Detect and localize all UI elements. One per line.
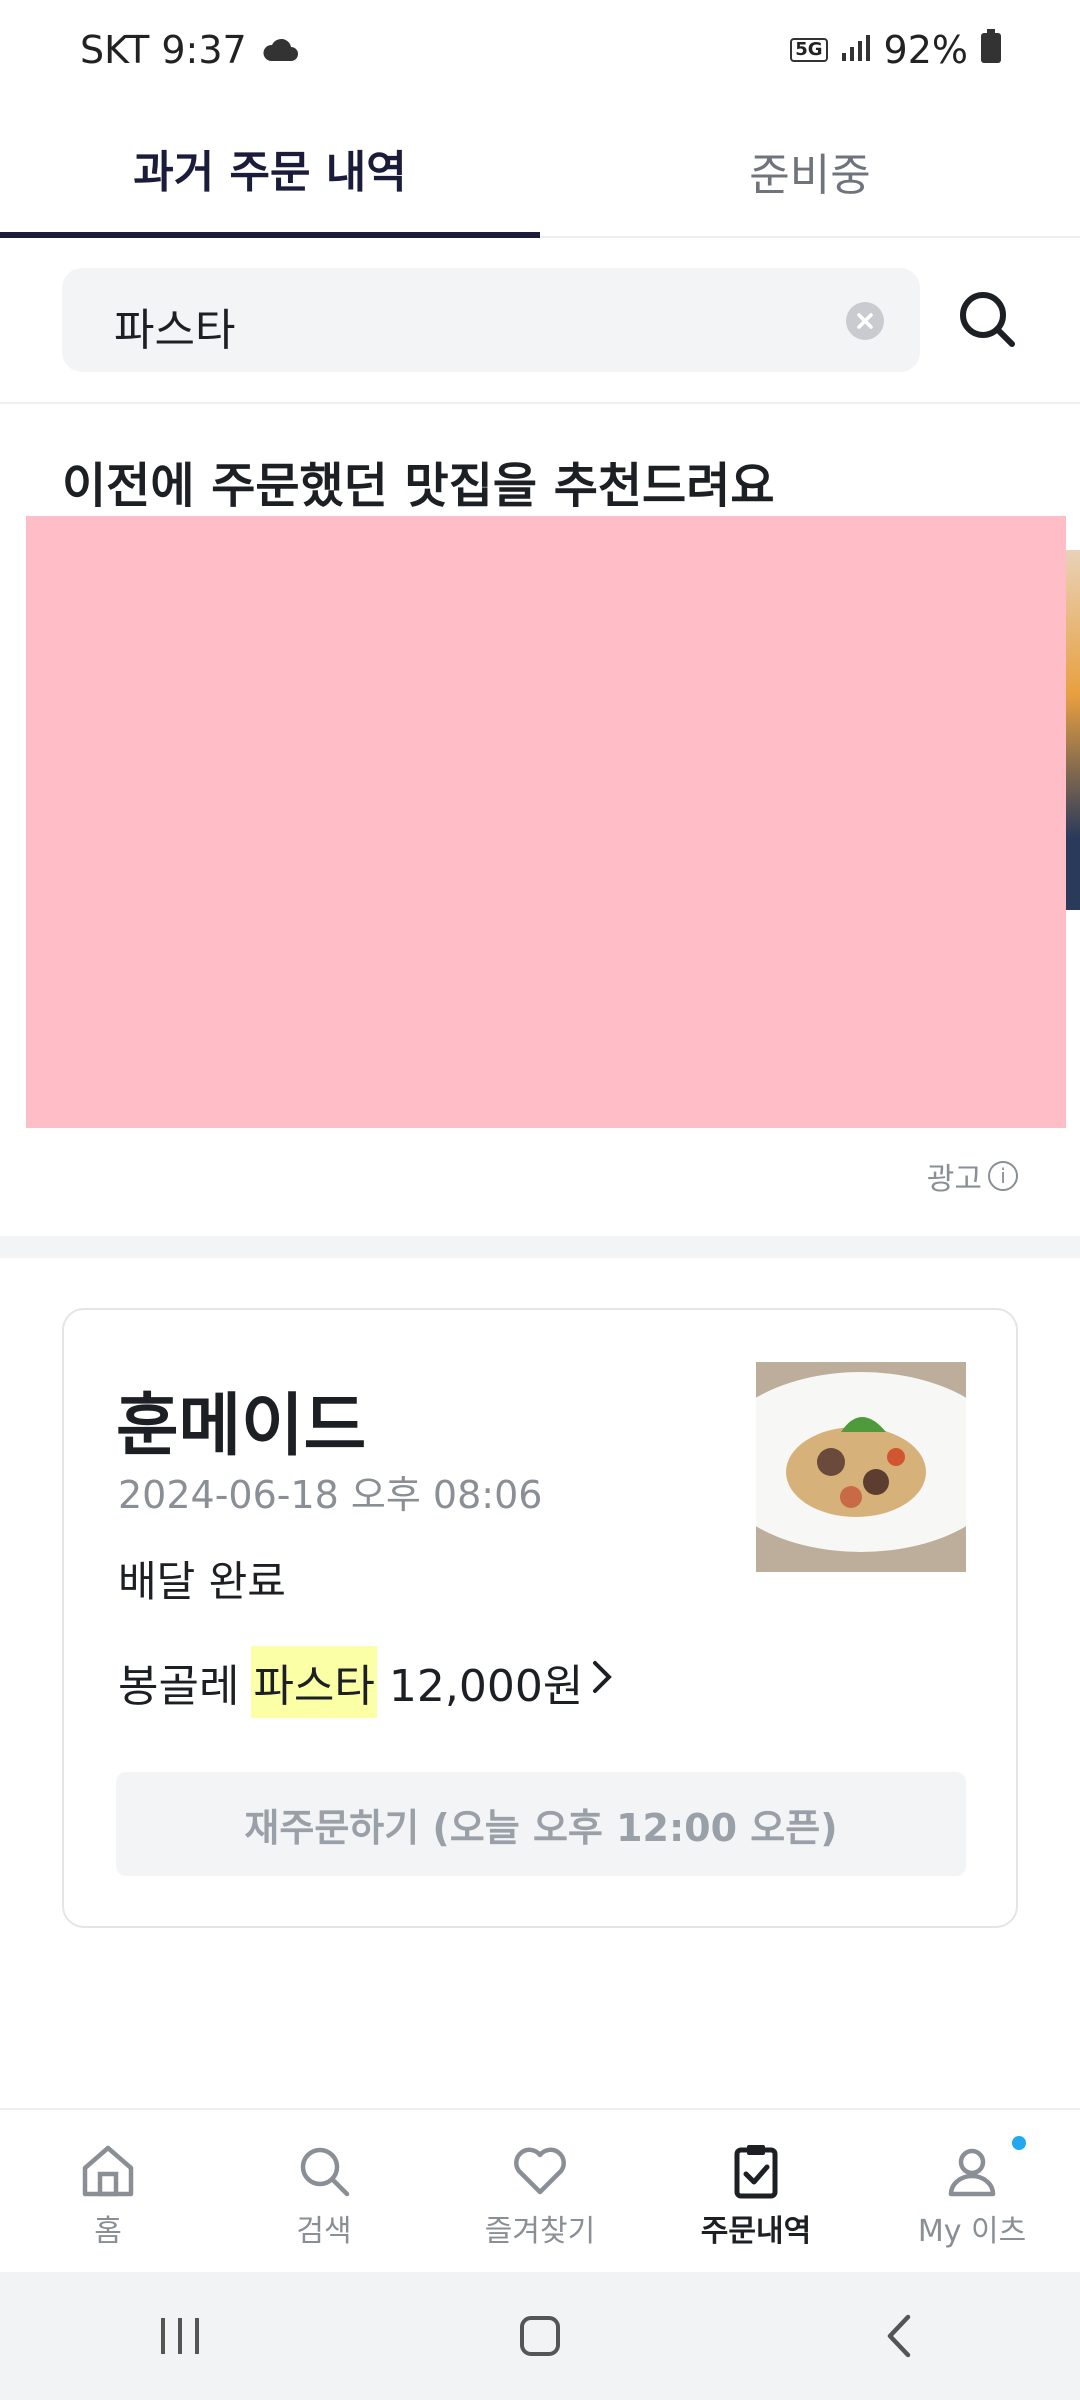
search-highlight: 파스타 [251,1646,377,1718]
info-icon: i [988,1161,1018,1191]
nav-label-home: 홈 [94,2214,122,2249]
clipboard-check-icon [734,2145,778,2199]
tab-preparing[interactable]: 준비중 [540,104,1080,238]
order-items-link[interactable]: 봉골레 파스타 12,000원 [118,1646,613,1718]
section-divider [0,1236,1080,1258]
recommendation-title: 이전에 주문했던 맛집을 추천드려요 [62,458,775,514]
next-ad-peek[interactable] [1066,550,1080,910]
user-icon [948,2148,996,2197]
home-button[interactable] [495,2291,585,2381]
reorder-button[interactable]: 재주문하기 (오늘 오후 12:00 오픈) [116,1772,966,1876]
back-button[interactable] [855,2291,945,2381]
close-icon [857,313,873,329]
search-icon [960,292,1015,347]
nav-item-home[interactable]: 홈 [0,2110,216,2274]
status-bar: SKT 9:37 5G 92% [0,0,1080,104]
search-icon [300,2147,350,2197]
tab-past-orders[interactable]: 과거 주문 내역 [0,104,540,238]
nav-item-search[interactable]: 검색 [216,2110,432,2274]
nav-label-my-eats: My 이츠 [917,2214,1027,2249]
back-icon [887,2314,911,2358]
home-square-icon [520,2316,560,2356]
search-input[interactable]: 파스타 [62,268,920,372]
clear-search-button[interactable] [846,302,884,340]
order-datetime: 2024-06-18 오후 08:06 [118,1473,543,1517]
cloud-icon [261,28,299,72]
food-thumbnail[interactable] [756,1362,966,1572]
ad-label[interactable]: 광고 i [927,1154,1018,1198]
divider [0,402,1080,404]
nav-item-favorites[interactable]: 즐겨찾기 [432,2110,648,2274]
notification-dot [1012,2136,1026,2150]
ad-banner-placeholder[interactable] [26,516,1066,1128]
nav-label-orders: 주문내역 [700,2214,812,2249]
recent-apps-button[interactable] [135,2291,225,2381]
carrier-time: SKT 9:37 [80,28,247,72]
home-icon [82,2145,134,2197]
nav-item-my-eats[interactable]: My 이츠 [864,2110,1080,2274]
order-status: 배달 완료 [118,1557,286,1606]
signal-icon [840,28,872,72]
recent-apps-icon [161,2318,199,2354]
nav-label-search: 검색 [296,2214,352,2249]
nav-item-orders[interactable]: 주문내역 [648,2110,864,2274]
bottom-nav: 홈 검색 즐겨찾기 주문내역 My 이츠 [0,2108,1080,2272]
item-price: 12,000원 [388,1661,584,1712]
nav-label-favorites: 즐겨찾기 [484,2214,596,2249]
order-card[interactable]: 훈메이드 2024-06-18 오후 08:06 배달 완료 봉골레 파스타 1… [62,1308,1018,1928]
item-name: 봉골레 [118,1661,240,1712]
status-right: 5G 92% [790,28,1002,72]
network-type: 5G [790,38,828,62]
battery-percent: 92% [883,28,968,72]
store-name[interactable]: 훈메이드 [116,1370,366,1469]
heart-icon [514,2147,566,2195]
search-button[interactable] [952,284,1024,356]
search-query: 파스타 [114,305,236,356]
battery-icon [980,28,1002,72]
order-tabs: 과거 주문 내역 준비중 [0,104,1080,238]
system-nav-bar [0,2272,1080,2400]
status-left: SKT 9:37 [80,28,299,72]
ad-label-text: 광고 [926,1162,982,1197]
chevron-right-icon [591,1659,613,1705]
